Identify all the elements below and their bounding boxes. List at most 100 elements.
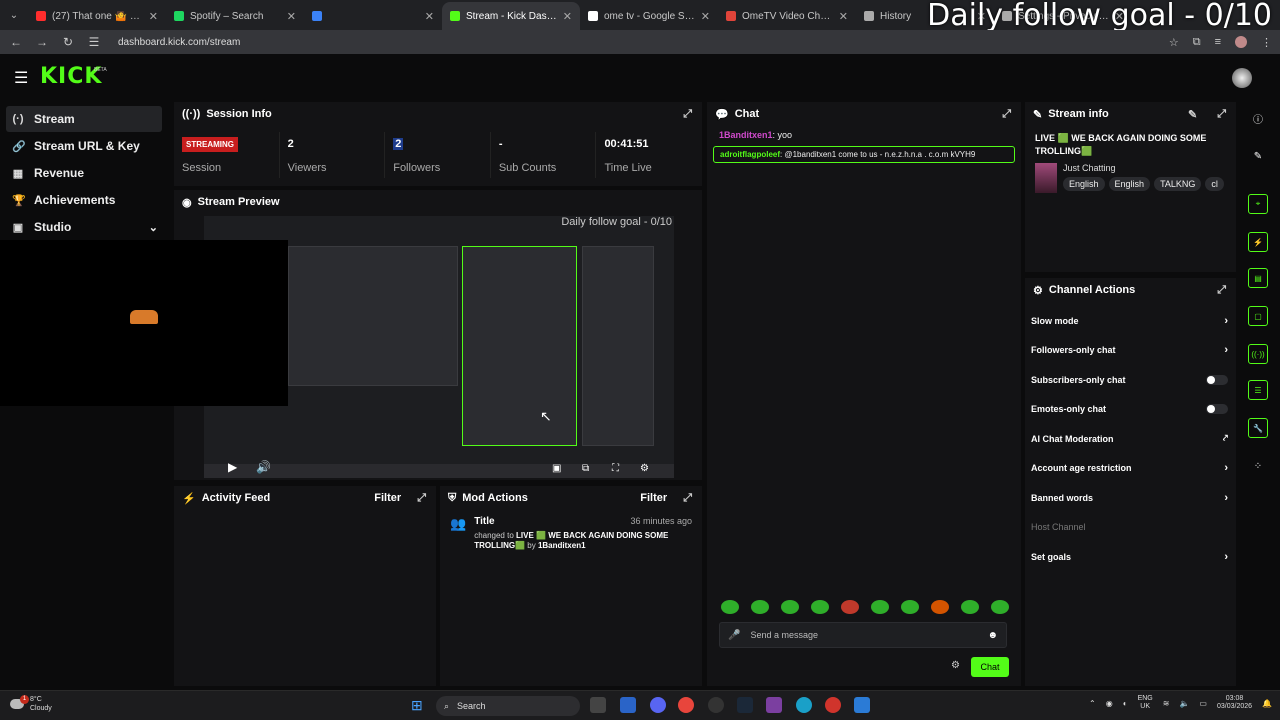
browser-tab[interactable]: Spotify – Search ✕ bbox=[166, 2, 304, 30]
wrench-icon[interactable]: 🔧 bbox=[1248, 418, 1268, 438]
apps-icon[interactable]: ⁘ bbox=[1248, 456, 1268, 476]
info-icon[interactable]: ⓘ bbox=[1248, 108, 1268, 128]
browser-tab[interactable]: ome tv - Google Search ✕ bbox=[580, 2, 718, 30]
site-info-icon[interactable]: ☰ bbox=[86, 35, 102, 49]
user-avatar[interactable] bbox=[1232, 68, 1252, 88]
play-icon[interactable]: ▶ bbox=[228, 460, 237, 474]
steam-icon[interactable] bbox=[737, 697, 753, 713]
emote-icon[interactable] bbox=[901, 600, 919, 614]
browser-tab[interactable]: OmeTV Video Chat — On ✕ bbox=[718, 2, 856, 30]
crosshair-icon[interactable]: ⌖ bbox=[1248, 194, 1268, 214]
popout-icon[interactable]: ⤢ bbox=[417, 492, 426, 505]
emote-icon[interactable] bbox=[871, 600, 889, 614]
emote-icon[interactable] bbox=[751, 600, 769, 614]
discord-icon[interactable] bbox=[650, 697, 666, 713]
taskbar-search[interactable]: ⌕ Search bbox=[436, 696, 580, 716]
tab-close-icon[interactable]: ✕ bbox=[149, 10, 158, 23]
tray-app-icon[interactable]: ◉ bbox=[1106, 699, 1113, 708]
chat-username[interactable]: adroitflagpoleef bbox=[720, 150, 780, 159]
edge-icon[interactable] bbox=[796, 697, 812, 713]
wifi-icon[interactable]: ≋ bbox=[1163, 699, 1170, 708]
tab-close-icon[interactable]: ✕ bbox=[701, 10, 710, 23]
settings-gear-icon[interactable]: ⚙ bbox=[640, 463, 649, 474]
browser-tab[interactable]: Stream - Kick Dashboard ✕ bbox=[442, 2, 580, 30]
category-name[interactable]: Just Chatting bbox=[1063, 163, 1224, 173]
broadcast-icon[interactable]: ((·)) bbox=[1248, 344, 1268, 364]
chat-send-button[interactable]: Chat bbox=[971, 657, 1009, 677]
tab-close-icon[interactable]: ✕ bbox=[563, 10, 572, 23]
chevron-down-icon[interactable]: ⌄ bbox=[149, 221, 158, 234]
channel-action-account-age[interactable]: Account age restriction › bbox=[1025, 454, 1236, 484]
popout-icon[interactable]: ⤢ bbox=[1217, 108, 1226, 121]
emote-icon[interactable] bbox=[991, 600, 1009, 614]
profile-avatar[interactable] bbox=[1235, 36, 1247, 48]
lightning-icon[interactable]: ⚡ bbox=[1248, 232, 1268, 252]
battery-icon[interactable]: ▭ bbox=[1199, 699, 1207, 708]
weather-widget[interactable]: 1 8°C Cloudy bbox=[10, 695, 52, 713]
popout-icon[interactable]: ⤢ bbox=[683, 492, 692, 505]
speaker-icon[interactable]: 🔈 bbox=[1179, 699, 1189, 708]
channel-action-ai-moderation[interactable]: AI Chat Moderation ⤤ bbox=[1025, 424, 1236, 454]
tab-close-icon[interactable]: ✕ bbox=[839, 10, 848, 23]
channel-action-slow-mode[interactable]: Slow mode › bbox=[1025, 306, 1236, 336]
browser-tab[interactable]: ✕ bbox=[304, 2, 442, 30]
emotes-only-toggle[interactable] bbox=[1206, 404, 1228, 415]
extensions-icon[interactable]: ⧉ bbox=[1193, 36, 1201, 49]
emote-icon[interactable] bbox=[721, 600, 739, 614]
opera-icon[interactable] bbox=[825, 697, 841, 713]
browser-menu-icon[interactable]: ⋮ bbox=[1261, 36, 1272, 49]
microphone-icon[interactable]: 🎤 bbox=[728, 630, 740, 641]
channel-action-set-goals[interactable]: Set goals › bbox=[1025, 542, 1236, 572]
popout-icon[interactable]: ⤢ bbox=[1002, 108, 1011, 121]
fullscreen-icon[interactable]: ⛶ bbox=[612, 463, 619, 474]
obs-icon[interactable] bbox=[708, 697, 724, 713]
emote-icon[interactable] bbox=[931, 600, 949, 614]
subscribers-only-toggle[interactable] bbox=[1206, 374, 1228, 385]
mod-filter-button[interactable]: Filter bbox=[640, 492, 667, 504]
tab-close-icon[interactable]: ✕ bbox=[287, 10, 296, 23]
reading-list-icon[interactable]: ≡ bbox=[1215, 36, 1221, 48]
url-field[interactable]: dashboard.kick.com/stream bbox=[118, 37, 240, 48]
chrome-icon[interactable] bbox=[678, 697, 694, 713]
chat-settings-gear-icon[interactable]: ⚙ bbox=[951, 660, 960, 671]
forward-icon[interactable]: → bbox=[34, 35, 50, 49]
sidebar-item-studio[interactable]: ▣ Studio ⌄ bbox=[6, 214, 162, 240]
sidebar-item-stream-url-key[interactable]: 🔗 Stream URL & Key bbox=[6, 133, 162, 159]
tab-search-button[interactable]: ⌄ bbox=[0, 10, 28, 21]
clock[interactable]: 03:08 03/03/2026 bbox=[1217, 695, 1252, 712]
bookmark-star-icon[interactable]: ☆ bbox=[1169, 36, 1179, 49]
chat-username[interactable]: 1Banditxen1 bbox=[719, 130, 773, 140]
emote-icon[interactable] bbox=[961, 600, 979, 614]
activity-filter-button[interactable]: Filter bbox=[374, 492, 401, 504]
chat-input[interactable]: 🎤 Send a message ☻ bbox=[719, 622, 1007, 648]
channel-action-followers-only[interactable]: Followers-only chat › bbox=[1025, 336, 1236, 366]
list-icon[interactable]: ☰ bbox=[1248, 380, 1268, 400]
channel-action-banned-words[interactable]: Banned words › bbox=[1025, 483, 1236, 513]
chat-bubble-icon[interactable]: ▢ bbox=[1248, 306, 1268, 326]
sidebar-item-stream[interactable]: (·) Stream bbox=[6, 106, 162, 132]
mod-action-user[interactable]: 1Banditxen1 bbox=[538, 541, 586, 550]
clipboard-icon[interactable]: ▤ bbox=[1248, 268, 1268, 288]
app-icon[interactable] bbox=[766, 697, 782, 713]
tray-app-icon[interactable]: ◐ bbox=[1123, 699, 1128, 708]
outlook-icon[interactable] bbox=[854, 697, 870, 713]
emote-icon[interactable] bbox=[781, 600, 799, 614]
emote-icon[interactable] bbox=[841, 600, 859, 614]
browser-tab[interactable]: (27) That one 🤷 with a s ✕ bbox=[28, 2, 166, 30]
tray-chevron-icon[interactable]: ⌃ bbox=[1089, 699, 1096, 708]
language-indicator[interactable]: ENG UK bbox=[1138, 695, 1153, 712]
popout-icon[interactable]: ⤢ bbox=[1217, 284, 1226, 297]
edit-icon[interactable]: ✎ bbox=[1188, 108, 1197, 121]
file-explorer-icon[interactable] bbox=[620, 697, 636, 713]
volume-icon[interactable]: 🔊 bbox=[256, 460, 271, 474]
pip-icon[interactable]: ⧉ bbox=[582, 463, 589, 474]
back-icon[interactable]: ← bbox=[8, 35, 24, 49]
hamburger-menu-icon[interactable]: ☰ bbox=[14, 68, 28, 88]
popout-icon[interactable]: ⤢ bbox=[683, 108, 692, 121]
pencil-icon[interactable]: ✎ bbox=[1248, 146, 1268, 166]
tab-close-icon[interactable]: ✕ bbox=[425, 10, 434, 23]
sidebar-item-revenue[interactable]: ▦ Revenue bbox=[6, 160, 162, 186]
theater-mode-icon[interactable]: ▣ bbox=[552, 463, 561, 474]
emote-icon[interactable] bbox=[811, 600, 829, 614]
sidebar-item-achievements[interactable]: 🏆 Achievements bbox=[6, 187, 162, 213]
